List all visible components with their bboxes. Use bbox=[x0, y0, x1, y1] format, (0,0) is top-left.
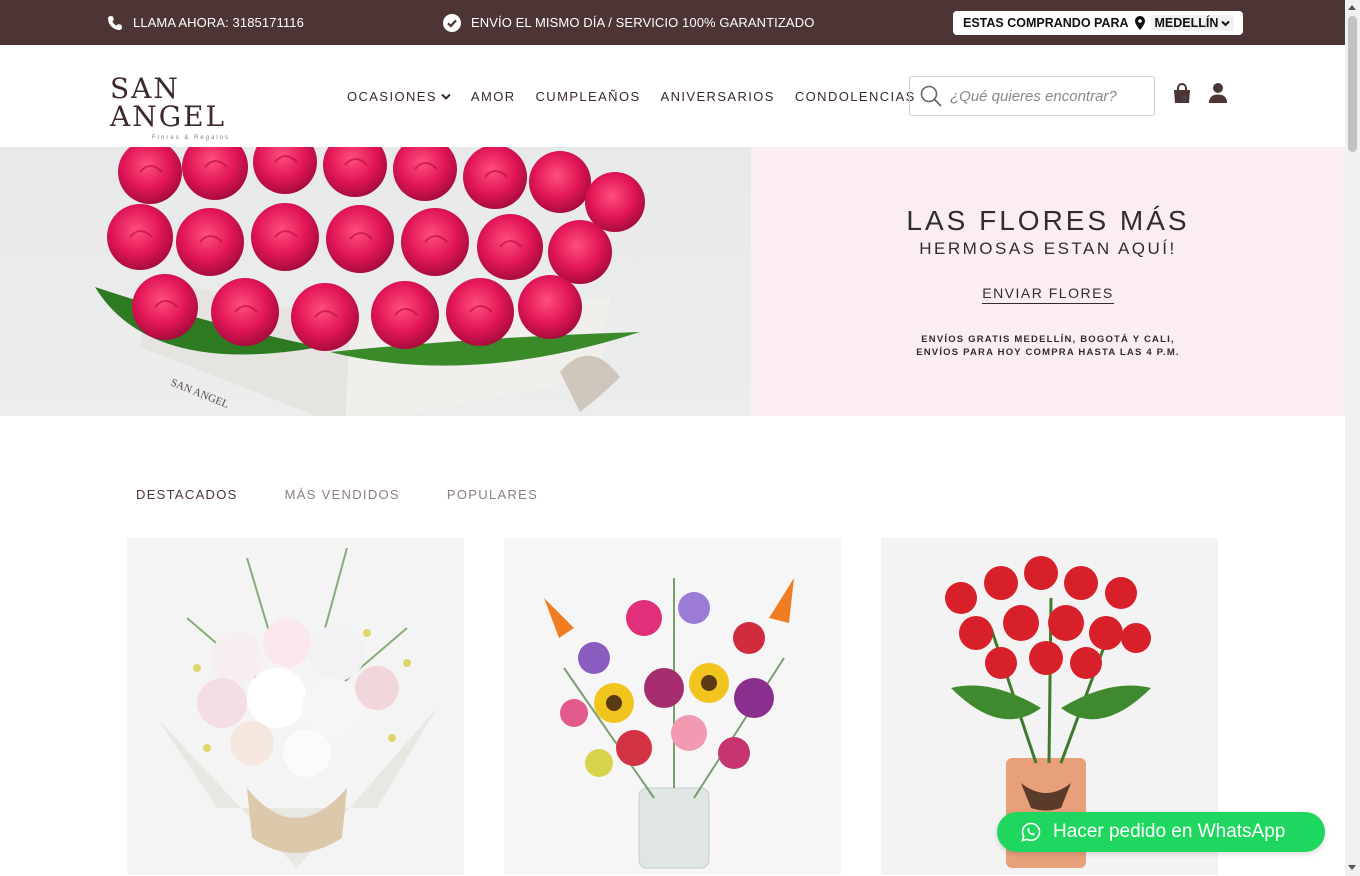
hero-shipping-note: ENVÍOS GRATIS MEDELLÍN, BOGOTÁ Y CALI, bbox=[921, 334, 1175, 345]
phone-text: LLAMA AHORA: 3185171116 bbox=[133, 15, 304, 30]
product-card[interactable] bbox=[504, 538, 841, 875]
city-value: MEDELLÍN bbox=[1154, 16, 1219, 30]
nav-label: OCASIONES bbox=[347, 88, 437, 104]
hero-text-panel: LAS FLORES MÁS HERMOSAS ESTAN AQUÍ! ENVI… bbox=[751, 147, 1345, 416]
search-input[interactable] bbox=[950, 87, 1140, 105]
tab-destacados[interactable]: DESTACADOS bbox=[136, 487, 238, 502]
nav-item-amor[interactable]: AMOR bbox=[471, 89, 516, 104]
user-icon bbox=[1209, 83, 1227, 103]
tab-populares[interactable]: POPULARES bbox=[447, 487, 538, 502]
nav-label: ANIVERSARIOS bbox=[660, 88, 775, 104]
product-image-mixed-bouquet bbox=[544, 578, 794, 869]
nav-item-aniversarios[interactable]: ANIVERSARIOS bbox=[661, 89, 775, 104]
hero-title: LAS FLORES MÁS bbox=[906, 205, 1190, 236]
whatsapp-order-button[interactable]: Hacer pedido en WhatsApp bbox=[997, 812, 1325, 852]
chevron-down-icon bbox=[1221, 20, 1231, 26]
shipping-notice: ENVÍO EL MISMO DÍA / SERVICIO 100% GARAN… bbox=[443, 0, 814, 45]
logo-text: SAN ANGEL bbox=[110, 72, 227, 133]
product-tabs: DESTACADOS MÁS VENDIDOS POPULARES bbox=[136, 487, 585, 502]
phone-link[interactable]: LLAMA AHORA: 3185171116 bbox=[107, 0, 304, 45]
nav-item-condolencias[interactable]: CONDOLENCIAS bbox=[795, 89, 916, 104]
send-flowers-link[interactable]: ENVIAR FLORES bbox=[751, 285, 1345, 304]
nav-label: CONDOLENCIAS bbox=[794, 88, 916, 104]
city-selector-box: ESTAS COMPRANDO PARA MEDELLÍN bbox=[953, 11, 1243, 35]
nav-item-cumpleanos[interactable]: CUMPLEAÑOS bbox=[536, 89, 641, 104]
top-bar: LLAMA AHORA: 3185171116 ENVÍO EL MISMO D… bbox=[0, 0, 1345, 45]
main-nav: OCASIONES AMOR CUMPLEAÑOS ANIVERSARIOS C… bbox=[347, 45, 936, 147]
cart-button[interactable]: 0 bbox=[1172, 82, 1194, 109]
location-pin-icon bbox=[1134, 16, 1145, 30]
check-circle-icon bbox=[443, 13, 461, 32]
logo-tagline: Flores & Regalos bbox=[152, 135, 231, 141]
box-brand: SAN ANGEL bbox=[169, 377, 231, 411]
city-label: ESTAS COMPRANDO PARA bbox=[963, 16, 1129, 30]
scroll-thumb[interactable] bbox=[1348, 16, 1357, 152]
hero-roses-image: SAN ANGEL bbox=[0, 147, 751, 416]
nav-label: AMOR bbox=[470, 88, 516, 104]
search-icon[interactable] bbox=[920, 85, 942, 107]
chevron-down-icon bbox=[441, 93, 451, 100]
site-logo[interactable]: SAN ANGEL Flores & Regalos bbox=[110, 75, 280, 142]
account-button[interactable] bbox=[1208, 82, 1228, 109]
hero-banner[interactable]: SAN ANGEL LAS FLORES MÁS HERMOSAS ESTAN … bbox=[0, 147, 1345, 416]
nav-label: CUMPLEAÑOS bbox=[535, 88, 641, 104]
whatsapp-label: Hacer pedido en WhatsApp bbox=[1053, 821, 1286, 842]
whatsapp-icon bbox=[1021, 822, 1041, 842]
product-image-white-bouquet bbox=[157, 547, 437, 868]
scroll-up-arrow-icon[interactable] bbox=[1348, 5, 1356, 10]
nav-item-ocasiones[interactable]: OCASIONES bbox=[347, 89, 451, 104]
scroll-down-arrow-icon[interactable] bbox=[1348, 865, 1356, 870]
city-dropdown[interactable]: MEDELLÍN bbox=[1150, 15, 1235, 31]
page-scrollbar[interactable] bbox=[1345, 0, 1360, 876]
phone-icon bbox=[108, 15, 122, 30]
product-card[interactable] bbox=[127, 538, 464, 875]
cart-count: 0 bbox=[1182, 96, 1186, 103]
hero-cutoff-note: ENVÍOS PARA HOY COMPRA HASTA LAS 4 P.M. bbox=[916, 347, 1180, 358]
site-header: SAN ANGEL Flores & Regalos OCASIONES AMO… bbox=[0, 45, 1345, 147]
shipping-text: ENVÍO EL MISMO DÍA / SERVICIO 100% GARAN… bbox=[471, 15, 815, 30]
cta-label: ENVIAR FLORES bbox=[982, 285, 1114, 304]
hero-subtitle: HERMOSAS ESTAN AQUÍ! bbox=[919, 239, 1177, 258]
tab-mas-vendidos[interactable]: MÁS VENDIDOS bbox=[285, 487, 400, 502]
search-box bbox=[909, 76, 1155, 116]
